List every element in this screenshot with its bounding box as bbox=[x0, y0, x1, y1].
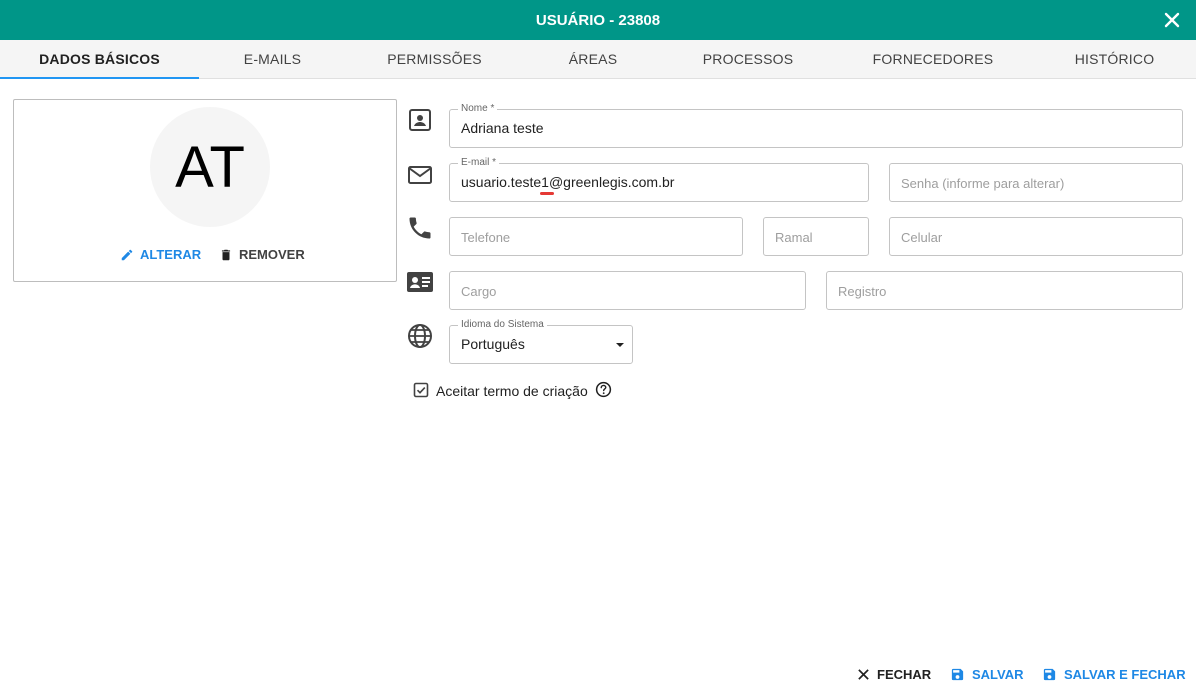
registry-field[interactable]: Registro bbox=[826, 271, 1183, 310]
save-button[interactable]: SALVAR bbox=[950, 667, 1024, 682]
tab-historico[interactable]: HISTÓRICO bbox=[1033, 40, 1196, 78]
email-label: E-mail * bbox=[458, 157, 500, 169]
terms-label: Aceitar termo de criação bbox=[436, 383, 588, 399]
tab-processos[interactable]: PROCESSOS bbox=[663, 40, 833, 78]
save-icon bbox=[1043, 668, 1056, 681]
position-field[interactable]: Cargo bbox=[449, 271, 806, 310]
save-and-close-button[interactable]: SALVAR E FECHAR bbox=[1042, 667, 1186, 682]
change-avatar-label: ALTERAR bbox=[140, 247, 202, 262]
position-placeholder: Cargo bbox=[461, 284, 497, 299]
avatar-card: AT ALTERAR REMOVER bbox=[13, 99, 397, 282]
dialog-title: USUÁRIO - 23808 bbox=[535, 11, 661, 29]
remove-avatar-label: REMOVER bbox=[239, 247, 305, 262]
tab-permissoes[interactable]: PERMISSÕES bbox=[346, 40, 523, 78]
avatar: AT bbox=[150, 107, 270, 227]
password-field[interactable]: Senha (informe para alterar) bbox=[889, 163, 1183, 202]
tab-emails[interactable]: E-MAILS bbox=[199, 40, 346, 78]
password-placeholder: Senha (informe para alterar) bbox=[901, 176, 1065, 191]
mail-icon bbox=[406, 161, 434, 189]
save-and-close-label: SALVAR E FECHAR bbox=[1064, 667, 1186, 682]
language-value: Português bbox=[461, 336, 525, 352]
phone-icon bbox=[406, 214, 434, 242]
name-field[interactable]: Nome * Adriana teste bbox=[449, 103, 1183, 148]
globe-icon bbox=[406, 322, 434, 350]
mobile-placeholder: Celular bbox=[901, 230, 943, 245]
help-icon[interactable] bbox=[595, 381, 612, 401]
name-value: Adriana teste bbox=[461, 120, 544, 136]
tab-dados-basicos[interactable]: DADOS BÁSICOS bbox=[0, 40, 199, 79]
extension-field[interactable]: Ramal bbox=[763, 217, 869, 256]
tab-fornecedores[interactable]: FORNECEDORES bbox=[833, 40, 1033, 78]
phone-placeholder: Telefone bbox=[461, 230, 511, 245]
remove-avatar-button[interactable]: REMOVER bbox=[219, 247, 305, 262]
dialog-titlebar: USUÁRIO - 23808 bbox=[0, 0, 1196, 40]
close-icon[interactable] bbox=[1162, 10, 1182, 30]
language-select[interactable]: Idioma do Sistema Português bbox=[449, 319, 633, 364]
save-icon bbox=[951, 668, 964, 681]
name-label: Nome * bbox=[458, 103, 498, 115]
email-field[interactable]: E-mail * usuario.teste1@greenlegis.com.b… bbox=[449, 157, 869, 202]
close-button[interactable]: FECHAR bbox=[857, 667, 931, 682]
mobile-field[interactable]: Celular bbox=[889, 217, 1183, 256]
checkbox-checked-icon[interactable] bbox=[413, 382, 429, 401]
change-avatar-button[interactable]: ALTERAR bbox=[120, 247, 201, 262]
close-x-icon bbox=[858, 669, 869, 680]
close-button-label: FECHAR bbox=[877, 667, 932, 682]
trash-icon bbox=[221, 249, 231, 260]
registry-placeholder: Registro bbox=[838, 284, 887, 299]
contact-card-icon bbox=[406, 106, 434, 134]
extension-placeholder: Ramal bbox=[775, 230, 813, 245]
pencil-icon bbox=[121, 249, 133, 260]
badge-icon bbox=[406, 268, 434, 296]
save-button-label: SALVAR bbox=[972, 667, 1024, 682]
terms-row: Aceitar termo de criação bbox=[413, 381, 612, 401]
email-value: usuario.teste1@greenlegis.com.br bbox=[461, 174, 675, 190]
spellcheck-underline bbox=[540, 192, 554, 195]
tab-bar: DADOS BÁSICOS E-MAILS PERMISSÕES ÁREAS P… bbox=[0, 40, 1196, 79]
language-label: Idioma do Sistema bbox=[458, 319, 547, 331]
tab-areas[interactable]: ÁREAS bbox=[523, 40, 663, 78]
dropdown-caret-icon bbox=[616, 343, 624, 347]
phone-field[interactable]: Telefone bbox=[449, 217, 743, 256]
